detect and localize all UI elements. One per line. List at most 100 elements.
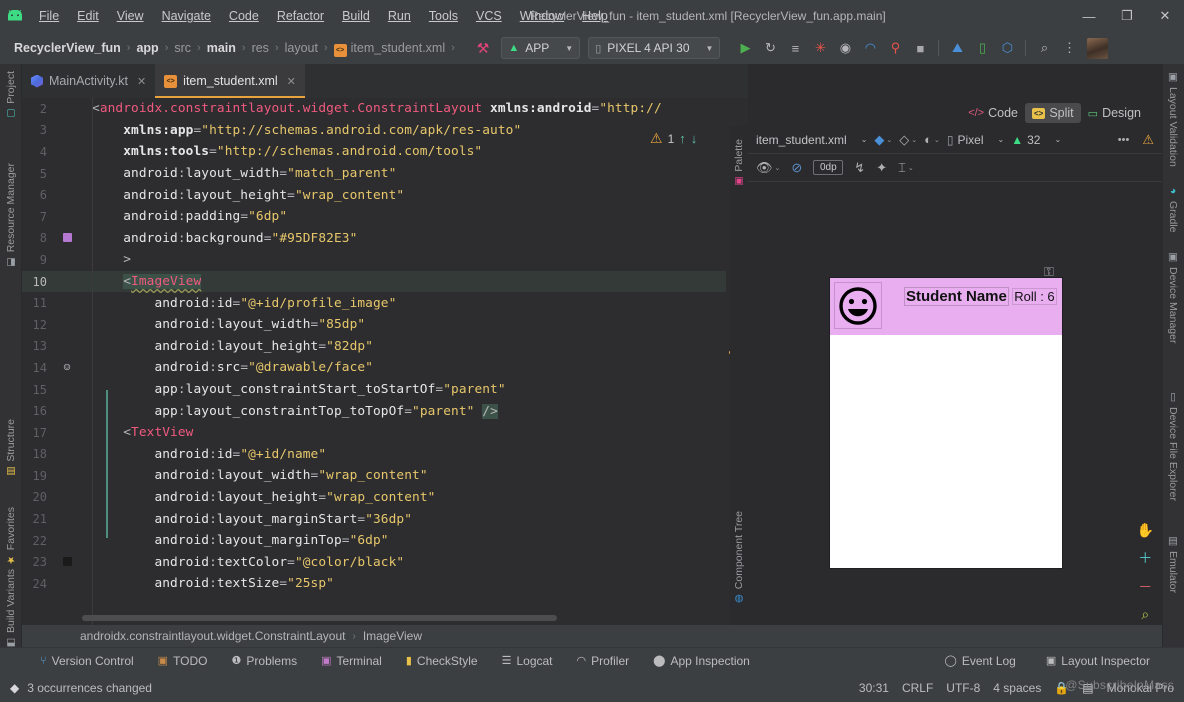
code-line[interactable]: 14 ☺ android:src="@drawable/face": [22, 357, 726, 379]
design-surface-layers-icon[interactable]: ◆ ⌄: [874, 132, 892, 148]
zoom-out-icon[interactable]: －: [1138, 577, 1152, 597]
breadcrumb-item-main[interactable]: main: [207, 41, 236, 55]
code-text[interactable]: android:layout_height="wrap_content": [92, 490, 435, 505]
code-line[interactable]: 7 android:padding="6dp": [22, 206, 726, 228]
sidebar-item-favorites[interactable]: ★ Favorites: [0, 502, 22, 570]
code-line[interactable]: 13 android:layout_height="82dp": [22, 336, 726, 358]
code-text[interactable]: android:layout_marginStart="36dp": [92, 512, 412, 527]
next-problem-icon[interactable]: ↓: [691, 131, 698, 146]
code-text[interactable]: app:layout_constraintTop_toTopOf="parent…: [92, 403, 498, 419]
close-icon[interactable]: ✕: [287, 75, 296, 88]
gutter-marker[interactable]: [54, 232, 80, 245]
design-warning-triangle-icon[interactable]: ⚠: [1142, 132, 1154, 148]
zoom-to-fit-icon[interactable]: ⌕: [1141, 606, 1149, 623]
code-line[interactable]: 4 xmlns:tools="http://schemas.android.co…: [22, 141, 726, 163]
zoom-in-icon[interactable]: ＋: [1138, 548, 1152, 568]
sidebar-item-build-variants[interactable]: ⬒ Build Variants: [0, 564, 22, 653]
code-line[interactable]: 2 <androidx.constraintlayout.widget.Const…: [22, 98, 726, 120]
design-more-options-icon[interactable]: •••: [1118, 134, 1130, 146]
clear-constraints-icon[interactable]: ↯: [854, 160, 865, 176]
code-line[interactable]: 19 android:layout_width="wrap_content": [22, 465, 726, 487]
breadcrumb-element-path[interactable]: androidx.constraintlayout.widget.Constra…: [22, 625, 1162, 647]
build-hammer-icon[interactable]: ⚒: [477, 40, 490, 57]
color-swatch-icon[interactable]: [62, 232, 72, 242]
code-text[interactable]: android:textColor="@color/black": [92, 555, 404, 570]
tool-window-layout-inspector[interactable]: ▣ Layout Inspector: [1034, 651, 1162, 671]
more-options-icon[interactable]: ⋮: [1058, 37, 1080, 59]
apply-changes-icon[interactable]: ↻: [759, 37, 781, 59]
tab-design[interactable]: ▭ Design: [1081, 103, 1148, 123]
element-path-child[interactable]: ImageView: [363, 629, 422, 643]
menu-item-view[interactable]: View: [108, 5, 153, 27]
device-preview-surface[interactable]: Student Name Roll : 6: [830, 278, 1062, 568]
element-path-root[interactable]: androidx.constraintlayout.widget.Constra…: [80, 629, 346, 643]
code-line[interactable]: 18 android:id="@+id/name": [22, 444, 726, 466]
code-line[interactable]: 24 android:textSize="25sp": [22, 573, 726, 595]
blueprint-mode-icon[interactable]: ◇ ⌄: [899, 132, 917, 148]
tool-window-app-inspection[interactable]: ⬤ App Inspection: [641, 651, 762, 671]
search-everywhere-icon[interactable]: ⌕: [1033, 37, 1055, 59]
code-text[interactable]: xmlns:app="http://schemas.android.com/ap…: [92, 123, 521, 138]
device-preview-selector[interactable]: ▯ Pixel ⌄: [947, 133, 1004, 147]
close-button[interactable]: ✕: [1146, 0, 1184, 32]
inspection-summary[interactable]: ⚠ 1 ↑ ↓: [650, 130, 697, 147]
gradle-sync-icon[interactable]: ⬡: [996, 37, 1018, 59]
code-text[interactable]: android:padding="6dp": [92, 209, 287, 224]
code-text[interactable]: <ImageView: [92, 274, 202, 290]
profiler-icon[interactable]: ◠: [859, 37, 881, 59]
code-line[interactable]: 16 app:layout_constraintTop_toTopOf="par…: [22, 400, 726, 422]
code-text[interactable]: android:src="@drawable/face": [92, 360, 373, 375]
student-roll-textview[interactable]: Roll : 6: [1012, 288, 1057, 305]
code-line[interactable]: 8 android:background="#95DF82E3": [22, 228, 726, 250]
drawable-preview-icon[interactable]: ☺: [54, 361, 80, 374]
code-line[interactable]: 17 <TextView: [22, 422, 726, 444]
avd-manager-icon[interactable]: ▯: [971, 37, 993, 59]
code-text[interactable]: android:layout_width="match_parent": [92, 166, 396, 181]
tool-window-event-log[interactable]: ◯ Event Log: [933, 651, 1028, 671]
tool-window-checkstyle[interactable]: ▮ CheckStyle: [394, 651, 490, 671]
code-line[interactable]: 10 <ImageView: [22, 270, 726, 293]
breadcrumb-item-project[interactable]: RecyclerView_fun: [14, 41, 121, 55]
code-text[interactable]: android:layout_height="wrap_content": [92, 188, 404, 203]
tab-split[interactable]: <> Split: [1025, 103, 1081, 123]
menu-item-file[interactable]: File: [30, 5, 68, 27]
indent-setting[interactable]: 4 spaces: [993, 681, 1041, 695]
menu-item-code[interactable]: Code: [220, 5, 268, 27]
minimize-button[interactable]: —: [1070, 0, 1108, 32]
sidebar-item-emulator[interactable]: ▤ Emulator: [1162, 530, 1184, 598]
sidebar-item-device-manager[interactable]: ▣ Device Manager: [1162, 246, 1184, 348]
student-item-card[interactable]: Student Name Roll : 6: [830, 278, 1062, 335]
student-name-textview[interactable]: Student Name: [904, 287, 1009, 306]
code-text[interactable]: android:textSize="25sp": [92, 576, 334, 591]
tool-window-logcat[interactable]: ☰ Logcat: [490, 651, 565, 671]
design-file-selector[interactable]: item_student.xml ⌄: [756, 133, 867, 147]
line-separator[interactable]: CRLF: [902, 681, 933, 695]
default-margin-value[interactable]: 0dp: [813, 160, 844, 175]
sidebar-item-project[interactable]: ▢ Project: [0, 66, 22, 124]
debug-icon[interactable]: ✳: [809, 37, 831, 59]
sidebar-item-gradle[interactable]: ◕ Gradle: [1162, 180, 1184, 238]
avatar[interactable]: [1087, 37, 1109, 59]
sidebar-item-device-file-explorer[interactable]: ▯ Device File Explorer: [1162, 386, 1184, 506]
code-text[interactable]: android:id="@+id/name": [92, 447, 326, 462]
tool-window-todo[interactable]: ▣ TODO: [146, 651, 220, 671]
breadcrumb-item-file[interactable]: item_student.xml: [351, 41, 445, 55]
api-level-selector[interactable]: ▲ 32 ⌄: [1011, 133, 1061, 147]
code-line[interactable]: 3 xmlns:app="http://schemas.android.com/…: [22, 120, 726, 142]
color-swatch-icon[interactable]: [62, 556, 72, 566]
code-text[interactable]: app:layout_constraintStart_toStartOf="pa…: [92, 382, 506, 397]
profile-image-view[interactable]: [834, 282, 882, 329]
window-controls[interactable]: — ❐ ✕: [1070, 0, 1184, 32]
code-text[interactable]: android:layout_width="wrap_content": [92, 468, 428, 483]
code-editor[interactable]: 2 <androidx.constraintlayout.widget.Const…: [22, 98, 726, 625]
stop-icon[interactable]: ■: [909, 37, 931, 59]
code-line[interactable]: 21 android:layout_marginStart="36dp": [22, 508, 726, 530]
tool-window-version-control[interactable]: ⑂ Version Control: [28, 651, 146, 671]
tab-code[interactable]: </> Code: [961, 103, 1025, 123]
run-icon[interactable]: ▶: [734, 37, 756, 59]
breadcrumb[interactable]: RecyclerView_fun › app › src › main › re…: [0, 41, 461, 57]
code-text[interactable]: xmlns:tools="http://schemas.android.com/…: [92, 144, 482, 159]
attach-debugger-icon[interactable]: ⚲: [884, 37, 906, 59]
caret-position[interactable]: 30:31: [859, 681, 889, 695]
apply-code-changes-icon[interactable]: ≡: [784, 37, 806, 59]
